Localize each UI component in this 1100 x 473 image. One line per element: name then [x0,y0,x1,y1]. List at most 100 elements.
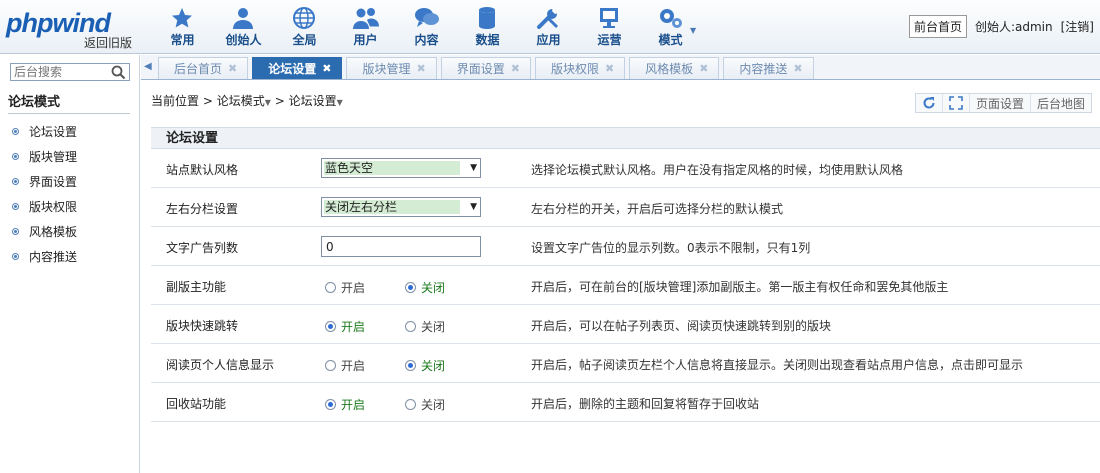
tab-content-push[interactable]: 内容推送 ✖ [723,57,814,79]
nav-founder[interactable]: 创始人 [213,0,274,54]
radio-label: 开启 [341,320,366,334]
breadcrumb-separator: > [274,94,289,108]
radio-enable[interactable]: 开启 [325,279,405,296]
text-ad-columns-control [321,236,481,257]
close-icon[interactable]: ✖ [228,62,237,75]
close-icon[interactable]: ✖ [793,62,802,75]
tab-scroll-left-icon[interactable]: ◀ [144,61,152,73]
setting-description: 开启后，帖子阅读页左栏个人信息将直接显示。关闭则出现查看站点用户信息，点击即可显… [531,358,1024,372]
radio-enable[interactable]: 开启 [325,357,405,374]
radio-disable[interactable]: 关闭 [405,279,485,296]
page-settings-button[interactable]: 页面设置 [968,94,1030,112]
sidebar-item-board-management[interactable]: 版块管理 [12,144,77,169]
tab-label: 版块权限 [550,62,599,76]
radio-enable[interactable]: 开启 [325,396,405,413]
radio-disable[interactable]: 关闭 [405,396,485,413]
nav-label: 模式 [658,33,683,47]
default-style-select[interactable]: 蓝色天空 ▼ [321,158,481,178]
dropdown-arrow-icon[interactable]: ▼ [470,163,477,173]
site-map-button[interactable]: 后台地图 [1029,94,1091,112]
breadcrumb-level1[interactable]: 论坛模式 [217,94,265,108]
reader-profile-radio-group: 开启 关闭 [325,357,485,374]
nav-label: 数据 [475,33,500,47]
chevron-down-icon[interactable]: ▼ [265,98,271,107]
radio-circle[interactable] [405,399,416,410]
sidebar-item-forum-settings[interactable]: 论坛设置 [12,119,77,144]
breadcrumb-row: 当前位置 > 论坛模式▼ > 论坛设置▼ 页面设置 后台地图 [141,81,1100,121]
radio-label: 关闭 [421,320,446,334]
tab-interface-settings[interactable]: 界面设置 ✖ [440,57,531,79]
tab-label: 内容推送 [739,62,788,76]
sidebar-item-content-push[interactable]: 内容推送 [12,244,77,269]
tab-forum-settings[interactable]: 论坛设置 ✖ [252,57,343,79]
nav-mode[interactable]: ▼ 模式 [640,0,701,54]
toolbar: 页面设置 后台地图 [914,93,1092,113]
star-icon [172,8,192,28]
bullet-icon [12,253,19,260]
sidebar-item-label: 版块权限 [29,200,78,214]
sidebar-item-interface-settings[interactable]: 界面设置 [12,169,77,194]
nav-content[interactable]: 内容 [396,0,457,54]
globe-icon [293,7,315,29]
nav-users[interactable]: 用户 [335,0,396,54]
breadcrumb-level2[interactable]: 论坛设置 [289,94,337,108]
search-input[interactable] [11,64,107,80]
nav-label: 运营 [597,33,622,47]
nav-operations[interactable]: 运营 [579,0,640,54]
tab-board-management[interactable]: 版块管理 ✖ [346,57,437,79]
nav-common[interactable]: 常用 [152,0,213,54]
recycle-bin-radio-group: 开启 关闭 [325,396,485,413]
tab-admin-home[interactable]: 后台首页 ✖ [158,57,249,79]
setting-description: 开启后，可以在帖子列表页、阅读页快速跳转到别的版块 [531,319,832,333]
split-layout-select[interactable]: 关闭左右分栏 ▼ [321,197,481,217]
radio-circle[interactable] [405,282,416,293]
radio-circle[interactable] [325,360,336,371]
tab-board-permissions[interactable]: 版块权限 ✖ [534,57,626,79]
fullscreen-button[interactable] [941,94,969,112]
setting-row-board-quick-jump: 版块快速跳转 开启 关闭 开启后，可以在帖子列表页、阅读页快速跳转到别的版块 [151,305,1100,344]
sidebar: 论坛模式 论坛设置 版块管理 界面设置 版块权限 风格模板 内容推送 [0,55,140,473]
close-icon[interactable]: ✖ [322,62,331,75]
select-box[interactable]: 关闭左右分栏 ▼ [321,197,481,217]
radio-circle[interactable] [405,321,416,332]
radio-circle[interactable] [325,399,336,410]
setting-row-recycle-bin: 回收站功能 开启 关闭 开启后，删除的主题和回复将暂存于回收站 [151,383,1100,422]
radio-label: 开启 [341,359,366,373]
radio-disable[interactable]: 关闭 [405,318,485,335]
chat-icon [415,8,439,27]
nav-apps[interactable]: 应用 [518,0,579,54]
top-header: phpwind 返回旧版 常用 创始人 全局 用户 内容 数据 应用 运营 ▼ … [0,0,1100,54]
dropdown-arrow-icon[interactable]: ▼ [470,202,477,212]
refresh-button[interactable] [916,94,942,112]
search-icon[interactable] [111,65,126,80]
nav-global[interactable]: 全局 [274,0,335,54]
radio-circle[interactable] [405,360,416,371]
radio-circle[interactable] [325,282,336,293]
close-icon[interactable]: ✖ [416,62,425,75]
close-icon[interactable]: ✖ [699,62,708,75]
select-box[interactable]: 蓝色天空 ▼ [321,158,481,178]
nav-label: 用户 [353,33,378,47]
tab-style-templates[interactable]: 风格模板 ✖ [629,57,720,79]
text-ad-columns-input[interactable] [321,236,481,257]
fullscreen-icon [949,96,963,110]
radio-enable[interactable]: 开启 [325,318,405,335]
main-nav: 常用 创始人 全局 用户 内容 数据 应用 运营 ▼ 模式 [152,0,701,54]
setting-description: 选择论坛模式默认风格。用户在没有指定风格的时候，均使用默认风格 [531,163,904,177]
sidebar-item-board-permissions[interactable]: 版块权限 [12,194,77,219]
setting-description: 开启后，删除的主题和回复将暂存于回收站 [531,397,760,411]
back-to-old-version-link[interactable]: 返回旧版 [84,34,132,51]
nav-data[interactable]: 数据 [457,0,518,54]
close-icon[interactable]: ✖ [511,62,520,75]
chevron-down-icon[interactable]: ▼ [337,98,343,107]
logo[interactable]: phpwind 返回旧版 [6,6,136,50]
header-user-area: 前台首页 创始人:admin [注销] [908,15,1094,38]
close-icon[interactable]: ✖ [605,62,614,75]
logout-link[interactable]: [注销] [1061,18,1094,35]
wrench-icon [537,8,559,29]
frontend-home-button[interactable]: 前台首页 [908,15,967,38]
tab-bar: ◀ 后台首页 ✖ 论坛设置 ✖ 版块管理 ✖ 界面设置 ✖ 版块权限 ✖ 风格模板 ✖ 内容… [141,55,1100,80]
radio-circle[interactable] [325,321,336,332]
sidebar-item-style-templates[interactable]: 风格模板 [12,219,77,244]
radio-disable[interactable]: 关闭 [405,357,485,374]
